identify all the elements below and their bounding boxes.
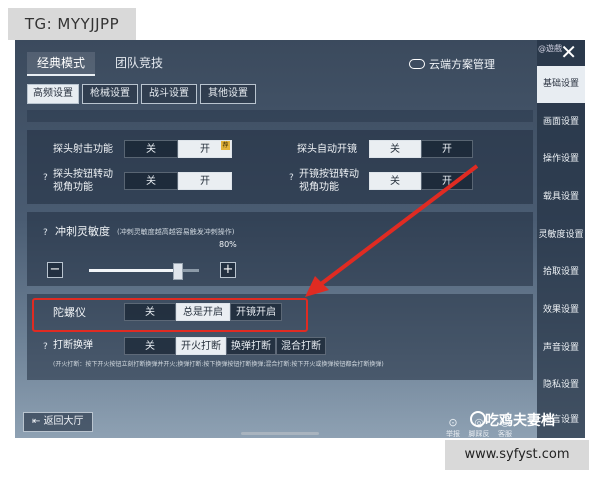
highlight-arrow bbox=[305, 164, 479, 297]
support-label: 客服 bbox=[498, 430, 512, 438]
report-label: 举报 bbox=[446, 430, 460, 438]
game-settings-screen: 经典模式 团队竞技 云端方案管理 高频设置 枪械设置 战斗设置 其他设置 探头射… bbox=[15, 40, 585, 438]
back-label: 返回大厅 bbox=[43, 416, 84, 427]
report-button[interactable]: ⊙ 举报 bbox=[441, 416, 465, 438]
back-to-lobby-button[interactable]: ⇤ 返回大厅 bbox=[23, 412, 93, 432]
overlay-watermark: 吃鸡夫妻档 bbox=[485, 413, 555, 429]
sidebar-item-pickup[interactable]: 拾取设置 bbox=[537, 254, 585, 291]
bottom-handle bbox=[241, 432, 319, 435]
watermark-bottom: www.syfyst.com bbox=[445, 440, 589, 470]
sidebar-item-privacy[interactable]: 隐私设置 bbox=[537, 367, 585, 404]
report-icon: ⊙ bbox=[448, 416, 458, 429]
sidebar-item-effects[interactable]: 效果设置 bbox=[537, 292, 585, 329]
watermark-top: TG: MYYJJPP bbox=[8, 8, 136, 40]
exit-icon: ⇤ bbox=[32, 416, 44, 427]
sidebar-item-sound[interactable]: 声音设置 bbox=[537, 330, 585, 367]
close-icon[interactable]: ✕ bbox=[560, 40, 577, 64]
feedback-label: 脚踩反馈 bbox=[468, 430, 490, 438]
sidebar-item-graphics[interactable]: 画面设置 bbox=[537, 104, 585, 141]
sidebar-item-sensitivity[interactable]: 灵敏度设置 bbox=[537, 217, 585, 254]
arrow-shaft bbox=[319, 164, 479, 286]
sidebar-item-vehicle[interactable]: 载具设置 bbox=[537, 179, 585, 216]
watermark-logo-icon bbox=[470, 411, 486, 427]
corner-chip: @遊戲 bbox=[538, 44, 562, 53]
settings-sidebar: 基础设置 画面设置 操作设置 载具设置 灵敏度设置 拾取设置 效果设置 声音设置… bbox=[537, 40, 585, 438]
sidebar-item-controls[interactable]: 操作设置 bbox=[537, 141, 585, 178]
sidebar-item-basic[interactable]: 基础设置 bbox=[537, 66, 585, 103]
